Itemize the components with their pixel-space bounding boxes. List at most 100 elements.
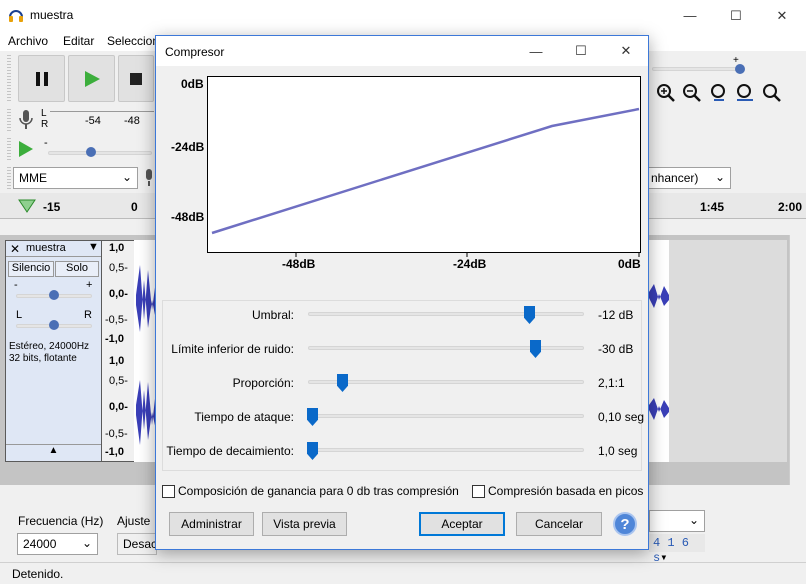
solo-button[interactable]: Solo [55, 261, 99, 277]
noise-floor-label: Límite inferior de ruido: [171, 342, 294, 356]
waveform-left-edge[interactable] [134, 240, 156, 462]
manage-button[interactable]: Administrar [169, 512, 254, 536]
frequency-select[interactable]: 24000 ⌄ [17, 533, 98, 555]
host-select[interactable]: MME ⌄ [13, 167, 138, 189]
threshold-slider[interactable] [308, 312, 584, 316]
ratio-slider[interactable] [308, 380, 584, 384]
play-speed-slider[interactable] [48, 151, 152, 155]
app-titlebar: muestra — ☐ ✕ [0, 0, 806, 31]
pan-left: L [16, 309, 23, 321]
scale-label: 0,0- [109, 288, 128, 300]
track-close-icon[interactable]: ✕ [10, 242, 20, 256]
compression-plot-panel: 0dB -24dB -48dB -48dB -24dB 0dB [157, 67, 648, 297]
release-thumb[interactable] [307, 442, 318, 460]
pause-icon [35, 71, 48, 86]
fit-project-icon[interactable] [734, 83, 756, 105]
noise-floor-slider[interactable] [308, 346, 584, 350]
snap-select[interactable]: Desac [117, 533, 157, 555]
vertical-scrollbar[interactable] [789, 235, 806, 485]
play-at-speed-icon[interactable] [17, 139, 35, 159]
scale-label: -1,0 [105, 446, 124, 458]
preview-button[interactable]: Vista previa [262, 512, 347, 536]
scale-label: 1,0 [109, 242, 125, 254]
dialog-titlebar: Compresor — ☐ ✕ [156, 36, 648, 66]
gain-knob[interactable] [49, 290, 59, 300]
zoom-toggle-icon[interactable] [762, 83, 782, 105]
bottom-right-select[interactable]: ⌄ [649, 510, 705, 532]
threshold-thumb[interactable] [524, 306, 535, 324]
play-meter-grip[interactable] [7, 138, 11, 162]
maximize-button[interactable]: ☐ [713, 0, 759, 31]
zoom-out-icon[interactable] [682, 83, 702, 105]
dialog-close-button[interactable]: ✕ [604, 36, 648, 66]
pan-knob[interactable] [49, 320, 59, 330]
help-icon[interactable]: ? [613, 512, 637, 536]
meter-tick: -54 [85, 115, 101, 127]
scale-label: 0,5- [109, 375, 128, 387]
menu-seleccion[interactable]: Seleccion [107, 34, 159, 48]
threshold-value: -12 dB [598, 308, 634, 322]
dialog-minimize-button[interactable]: — [514, 36, 558, 66]
track-name[interactable]: muestra [26, 242, 66, 254]
menu-archivo[interactable]: Archivo [8, 34, 48, 48]
peak-based-label[interactable]: Compresión basada en picos [488, 484, 643, 498]
play-button[interactable] [68, 55, 115, 102]
pan-right: R [84, 309, 92, 321]
waveform-right-edge[interactable] [649, 240, 669, 462]
menu-editar[interactable]: Editar [63, 34, 94, 48]
cancel-button[interactable]: Cancelar [516, 512, 602, 536]
volume-knob[interactable] [735, 64, 745, 74]
toolbar-grip[interactable] [7, 55, 11, 103]
device-grip[interactable] [7, 167, 11, 189]
meter-lr: LR [41, 108, 49, 130]
compression-curve-plot [207, 76, 641, 253]
release-label: Tiempo de decaimiento: [166, 444, 294, 458]
mic-device-icon [146, 169, 152, 186]
collapse-arrow-icon[interactable]: ▲ [6, 444, 101, 461]
fit-selection-icon[interactable] [708, 83, 730, 105]
scale-label: -0,5- [105, 314, 128, 326]
stop-button[interactable] [118, 55, 154, 102]
timeline-tick: -15 [43, 200, 61, 214]
meter-grip[interactable] [7, 109, 11, 133]
track-header: ✕ muestra ▼ [6, 241, 101, 257]
threshold-label: Umbral: [251, 308, 294, 322]
microphone-icon[interactable] [17, 109, 35, 131]
noise-floor-thumb[interactable] [530, 340, 541, 358]
attack-slider[interactable] [308, 414, 584, 418]
zoom-in-icon[interactable] [656, 83, 676, 105]
minimize-button[interactable]: — [667, 0, 713, 31]
ratio-thumb[interactable] [337, 374, 348, 392]
attack-thumb[interactable] [307, 408, 318, 426]
track-menu-arrow-icon[interactable]: ▼ [88, 241, 99, 253]
close-button[interactable]: ✕ [759, 0, 805, 31]
track-info-format: Estéreo, 24000Hz [9, 341, 90, 352]
timeline-tick: 2:00 [778, 200, 803, 214]
makeup-gain-label[interactable]: Composición de ganancia para 0 db tras c… [178, 484, 459, 498]
app-title: muestra [30, 8, 74, 22]
noise-floor-row: Límite inferior de ruido: -30 dB [156, 340, 648, 368]
meter-tick: -48 [124, 115, 140, 127]
timeline-tick: 1:45 [700, 200, 725, 214]
adjust-label: Ajuste [117, 514, 151, 528]
speed-knob[interactable] [86, 147, 96, 157]
time-display[interactable]: 4 1 6 s▾ [649, 534, 705, 565]
mute-button[interactable]: Silencio [8, 261, 54, 277]
attack-label: Tiempo de ataque: [194, 410, 294, 424]
ok-button[interactable]: Aceptar [419, 512, 505, 536]
scale-label: -1,0 [105, 333, 124, 345]
effect-select[interactable]: nhancer) ⌄ [645, 167, 731, 189]
timeline-play-head-icon[interactable] [18, 198, 36, 214]
dialog-maximize-button[interactable]: ☐ [559, 36, 603, 66]
release-slider[interactable] [308, 448, 584, 452]
pause-button[interactable] [18, 55, 65, 102]
y-tick: -48dB [171, 210, 205, 224]
track-control-panel: ✕ muestra ▼ Silencio Solo - + L R Estére… [5, 240, 102, 462]
makeup-gain-checkbox[interactable] [162, 485, 175, 498]
gain-plus: + [86, 279, 93, 291]
scale-label: -0,5- [105, 428, 128, 440]
threshold-row: Umbral: -12 dB [156, 306, 648, 334]
peak-based-checkbox[interactable] [472, 485, 485, 498]
track-empty-area[interactable] [669, 240, 787, 462]
volume-slider[interactable] [652, 67, 744, 71]
